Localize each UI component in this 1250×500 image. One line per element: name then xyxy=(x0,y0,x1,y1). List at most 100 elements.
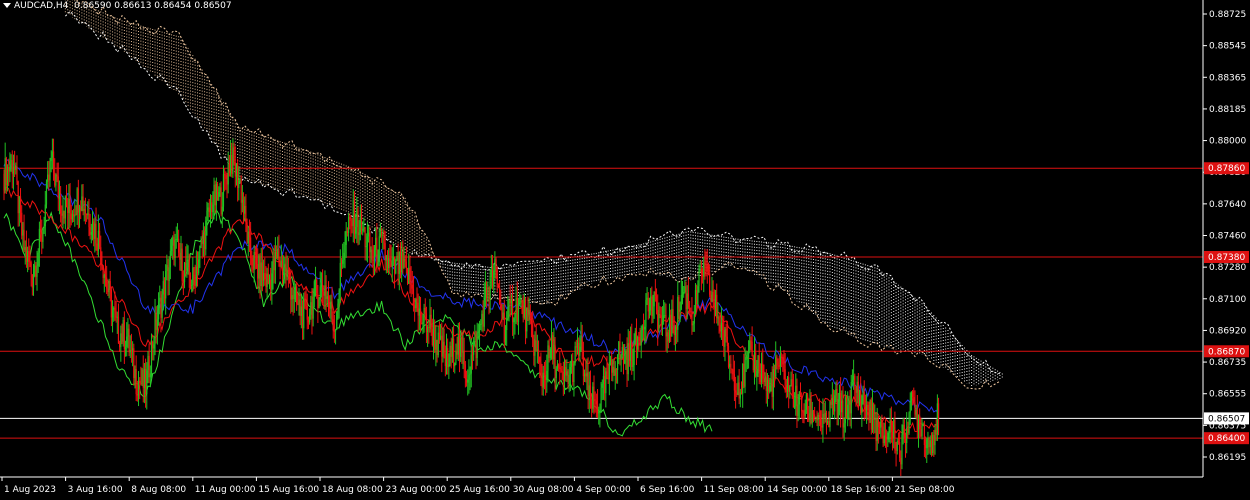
price-label-text: 0.86507 xyxy=(1208,414,1245,424)
candle xyxy=(133,343,135,386)
candle-body xyxy=(29,261,31,263)
price-chart[interactable]: 0.887250.885450.883650.881850.880000.878… xyxy=(0,0,1250,500)
candle xyxy=(67,197,69,230)
candle xyxy=(278,234,280,267)
candle xyxy=(410,266,412,297)
candle-body xyxy=(733,374,736,391)
candle xyxy=(794,392,796,409)
candle-body xyxy=(285,266,287,277)
candle xyxy=(259,253,261,299)
candle-body xyxy=(80,207,82,211)
candle-body xyxy=(612,366,614,373)
candle xyxy=(730,355,732,374)
candle xyxy=(694,283,697,315)
candle xyxy=(360,204,363,235)
candle xyxy=(145,358,147,408)
candle-body xyxy=(634,331,636,344)
candle xyxy=(934,423,936,455)
candle-body xyxy=(172,237,174,246)
candle-body xyxy=(758,355,760,374)
candle-body xyxy=(454,362,456,367)
candle xyxy=(388,248,390,275)
candle-body xyxy=(736,392,738,396)
candle xyxy=(919,408,921,439)
candle xyxy=(625,348,627,370)
candle-body xyxy=(867,404,869,411)
candle xyxy=(10,154,12,172)
candle xyxy=(896,438,898,455)
candle-body xyxy=(895,449,897,451)
candle-body xyxy=(145,369,147,395)
candle xyxy=(350,214,352,237)
candle-body xyxy=(473,342,475,355)
candle xyxy=(864,394,866,419)
candle xyxy=(540,352,542,387)
candle-body xyxy=(928,438,930,448)
candle xyxy=(815,416,817,423)
candle xyxy=(592,382,594,413)
candle xyxy=(719,312,721,338)
time-tick-label: 3 Aug 16:00 xyxy=(68,485,123,495)
candle xyxy=(14,150,16,177)
candle xyxy=(519,292,521,306)
candle-body xyxy=(198,259,200,274)
candle xyxy=(444,345,446,377)
candle-body xyxy=(275,251,278,259)
candle-body xyxy=(745,357,747,361)
candle xyxy=(352,189,354,243)
candle xyxy=(769,377,771,394)
candle xyxy=(389,244,391,273)
candle xyxy=(25,230,28,268)
candle xyxy=(894,411,896,454)
candle-body xyxy=(768,379,770,392)
candle-body xyxy=(225,175,227,179)
candle-body xyxy=(635,331,638,350)
candle-body xyxy=(416,299,418,303)
candle xyxy=(619,333,621,366)
candle-body xyxy=(600,387,602,412)
candle xyxy=(74,199,76,227)
candle xyxy=(162,271,164,311)
price-tick-label: 0.86555 xyxy=(1209,390,1246,400)
candle-body xyxy=(104,274,107,278)
candle xyxy=(24,240,26,265)
candle xyxy=(102,265,104,284)
candle-body xyxy=(369,232,371,253)
candle-body xyxy=(204,232,206,250)
candle xyxy=(624,344,626,365)
candle-body xyxy=(563,367,566,382)
candle-body xyxy=(569,366,571,375)
candle xyxy=(178,229,180,257)
candle xyxy=(455,343,457,366)
candle-body xyxy=(789,385,791,392)
candle-body xyxy=(9,167,11,172)
candle-body xyxy=(889,420,891,433)
candle-body xyxy=(273,258,275,271)
candle-body xyxy=(515,297,517,315)
candle xyxy=(215,177,217,221)
candle-body xyxy=(752,356,754,371)
candle-body xyxy=(692,323,694,326)
candle-body xyxy=(529,309,531,319)
candle xyxy=(451,327,453,363)
candle xyxy=(550,320,553,360)
candle xyxy=(611,351,613,382)
candle xyxy=(6,164,9,192)
candle-body xyxy=(231,155,233,174)
candle xyxy=(136,380,138,402)
candle-body xyxy=(890,420,892,432)
candle xyxy=(175,226,177,249)
candle xyxy=(784,352,786,393)
candle-body xyxy=(123,319,125,350)
candle-body xyxy=(39,228,42,233)
candle xyxy=(390,244,392,268)
time-tick-label: 8 Aug 08:00 xyxy=(131,485,186,495)
candle-body xyxy=(601,383,603,388)
time-tick-label: 30 Aug 08:00 xyxy=(513,485,574,495)
candle-body xyxy=(176,238,179,240)
candle xyxy=(745,350,747,372)
price-label-text: 0.86400 xyxy=(1208,434,1245,444)
candle-body xyxy=(891,431,894,438)
candle-body xyxy=(856,381,858,393)
candle-body xyxy=(648,310,651,312)
